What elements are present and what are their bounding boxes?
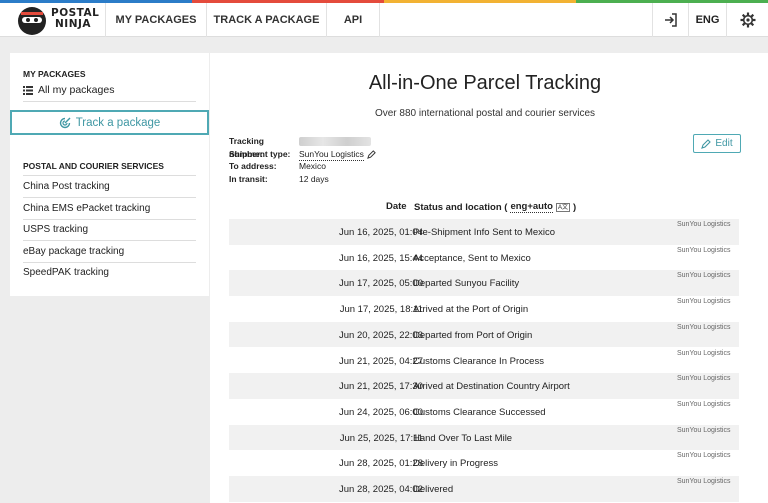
- track-package-button[interactable]: Track a package: [10, 110, 209, 135]
- event-status: Arrived at Destination Country Airport: [413, 381, 570, 393]
- table-row: Jun 28, 2025, 04:02 Delivered SunYou Logis…: [229, 476, 739, 502]
- event-status: Pre-Shipment Info Sent to Mexico: [413, 227, 556, 238]
- event-carrier: SunYou Logistics: [677, 272, 731, 280]
- event-date: Jun 16, 2025, 15:44: [339, 252, 423, 264]
- to-address-value: Mexico: [299, 161, 326, 171]
- event-date: Jun 28, 2025, 01:28: [339, 458, 423, 470]
- event-date: Jun 16, 2025, 01:04: [339, 227, 423, 238]
- event-carrier: SunYou Logistics: [677, 400, 731, 408]
- event-status: Acceptance, Sent to Mexico: [413, 252, 531, 264]
- table-row: Jun 24, 2025, 06:00 Customs Clearance Suc…: [229, 399, 739, 425]
- in-transit-label: In transit:: [229, 173, 268, 184]
- event-carrier: SunYou Logistics: [677, 426, 731, 434]
- ninja-logo-icon: [18, 7, 46, 35]
- in-transit-value: 12 days: [299, 173, 329, 184]
- to-address-label: To address:: [229, 161, 277, 171]
- event-status: Delivered: [413, 484, 454, 495]
- event-carrier: SunYou Logistics: [677, 221, 731, 228]
- tracking-number-value: [299, 135, 371, 148]
- logo-line2: NINJA: [55, 18, 92, 30]
- table-row: Jun 17, 2025, 05:00 Departed Sunyou Facil…: [229, 270, 739, 297]
- event-carrier: SunYou Logistics: [677, 452, 731, 460]
- event-date: Jun 21, 2025, 04:27: [339, 355, 423, 367]
- edit-label: Edit: [715, 138, 733, 149]
- event-status: Hand Over To Last Mile: [413, 432, 513, 444]
- event-date: Jun 20, 2025, 22:03: [339, 329, 423, 341]
- date-column-header: Date: [386, 201, 407, 212]
- my-packages-heading: MY PACKAGES: [23, 69, 86, 79]
- table-row: Jun 28, 2025, 01:28 Delivery in Progress S…: [229, 450, 739, 476]
- shipment-type-link[interactable]: SunYou Logistics: [299, 148, 364, 161]
- service-link-speedpak[interactable]: SpeedPAK tracking: [23, 262, 196, 284]
- pencil-icon[interactable]: [367, 149, 376, 159]
- shipment-type-value: SunYou Logistics: [299, 148, 376, 161]
- event-status: Departed Sunyou Facility: [413, 278, 520, 290]
- event-carrier: SunYou Logistics: [677, 349, 731, 357]
- table-row: Jun 17, 2025, 18:11 Arrived at the Port o…: [229, 296, 739, 322]
- nav-api[interactable]: API: [326, 3, 380, 37]
- event-status: Arrived at the Port of Origin: [413, 304, 529, 316]
- login-button[interactable]: [652, 3, 688, 37]
- all-my-packages-link[interactable]: All my packages: [23, 84, 114, 96]
- table-row: Jun 20, 2025, 22:03 Departed from Port of…: [229, 321, 739, 348]
- event-date: Jun 21, 2025, 17:30: [339, 381, 423, 393]
- sidebar: MY PACKAGES All my packages Track a pack…: [10, 53, 209, 296]
- edit-button[interactable]: Edit: [693, 134, 741, 153]
- nav-my-packages[interactable]: MY PACKAGES: [105, 3, 206, 37]
- event-status: Delivery in Progress: [413, 458, 498, 470]
- event-status: Customs Clearance In Process: [413, 355, 544, 367]
- track-icon: [59, 117, 71, 128]
- pencil-icon: [701, 138, 712, 149]
- table-row: Jun 16, 2025, 01:04 Pre-Shipment Info Sen…: [229, 219, 739, 245]
- event-date: Jun 17, 2025, 18:11: [339, 304, 423, 316]
- translation-mode-dropdown[interactable]: eng+auto: [510, 201, 553, 213]
- event-carrier: SunYou Logistics: [677, 375, 731, 383]
- event-date: Jun 25, 2025, 17:11: [339, 432, 423, 444]
- event-status: Departed from Port of Origin: [413, 329, 533, 341]
- table-row: Jun 16, 2025, 15:44 Acceptance, Sent to M…: [229, 245, 739, 271]
- service-link-china-ems[interactable]: China EMS ePacket tracking: [23, 198, 196, 220]
- event-carrier: SunYou Logistics: [677, 478, 731, 485]
- main-content: All-in-One Parcel Tracking Over 880 inte…: [210, 53, 768, 503]
- table-row: Jun 21, 2025, 17:30 Arrived at Destinatio…: [229, 373, 739, 399]
- page-title: All-in-One Parcel Tracking: [368, 72, 602, 94]
- event-date: Jun 28, 2025, 04:02: [339, 484, 423, 495]
- event-date: Jun 24, 2025, 06:00: [339, 406, 423, 418]
- gear-icon: [740, 12, 755, 28]
- status-header-end: ): [572, 201, 577, 213]
- settings-button[interactable]: [726, 3, 768, 37]
- event-carrier: SunYou Logistics: [677, 246, 731, 254]
- status-column-header: Status and location ( eng+auto A文 ): [414, 201, 576, 213]
- table-row: Jun 21, 2025, 04:27 Customs Clearance In …: [229, 348, 739, 374]
- table-row: Jun 25, 2025, 17:11 Hand Over To Last Mil…: [229, 424, 739, 451]
- shipment-type-label: Shipment type:: [229, 148, 291, 159]
- service-link-usps[interactable]: USPS tracking: [23, 219, 196, 241]
- logo-text: POSTAL NINJA: [51, 8, 99, 30]
- page-subtitle: Over 880 international postal and courie…: [374, 108, 596, 119]
- event-status: Customs Clearance Successed: [413, 406, 546, 418]
- divider: [23, 101, 196, 102]
- nav-track-a-package[interactable]: TRACK A PACKAGE: [206, 3, 326, 37]
- event-carrier: SunYou Logistics: [677, 298, 731, 306]
- language-button[interactable]: ENG: [688, 3, 726, 37]
- all-my-packages-label: All my packages: [38, 84, 115, 96]
- service-link-china-post[interactable]: China Post tracking: [23, 176, 196, 198]
- logo[interactable]: POSTAL NINJA: [18, 6, 108, 35]
- status-header-label: Status and location (: [414, 201, 508, 213]
- header: POSTAL NINJA MY PACKAGES TRACK A PACKAGE…: [0, 3, 768, 37]
- services-heading: POSTAL AND COURIER SERVICES: [23, 161, 164, 171]
- login-icon: [664, 13, 677, 27]
- event-carrier: SunYou Logistics: [677, 323, 731, 331]
- service-link-ebay[interactable]: eBay package tracking: [23, 241, 196, 263]
- translate-icon[interactable]: A文: [555, 202, 570, 212]
- event-date: Jun 17, 2025, 05:00: [339, 278, 423, 290]
- list-icon: [23, 85, 33, 95]
- track-package-label: Track a package: [75, 116, 161, 129]
